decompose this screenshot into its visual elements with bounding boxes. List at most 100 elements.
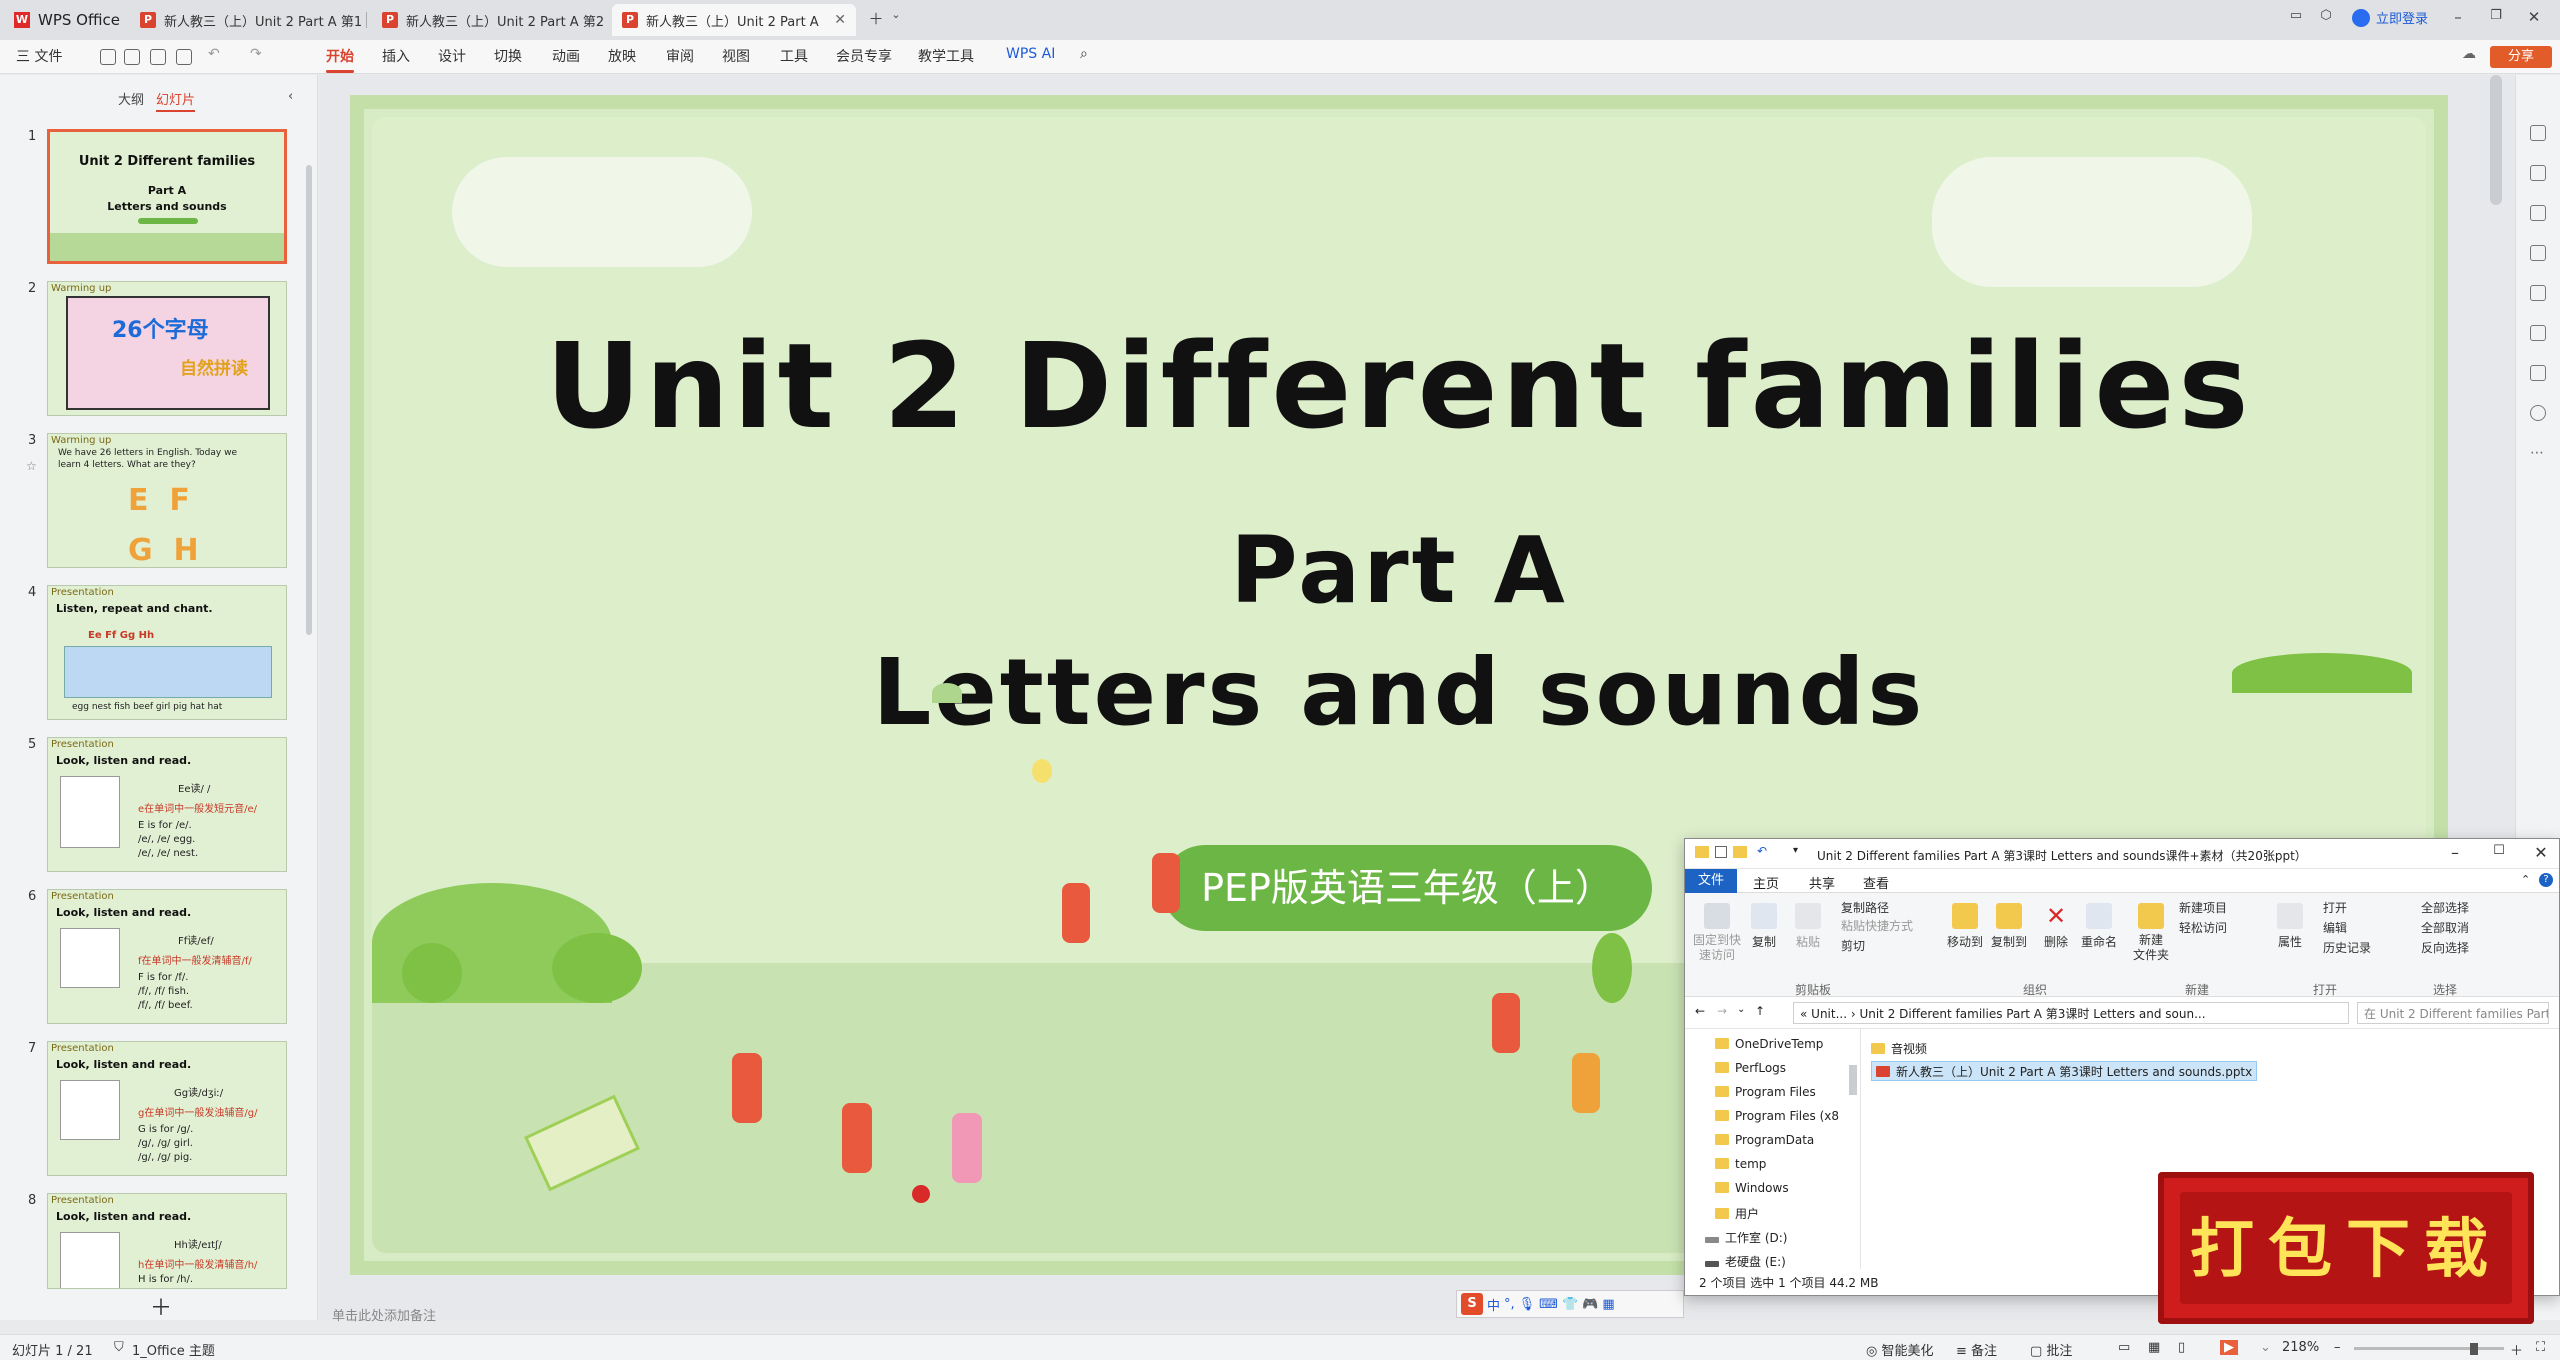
- open-button[interactable]: 打开: [2323, 899, 2347, 916]
- properties-button[interactable]: 属性: [2277, 903, 2303, 950]
- delete-button[interactable]: ✕ 删除: [2043, 903, 2069, 950]
- tab-file[interactable]: 文件: [1685, 869, 1737, 893]
- save-icon[interactable]: [100, 49, 116, 65]
- copy-icon[interactable]: [2530, 245, 2546, 261]
- slide-thumbnail[interactable]: Warming up 26个字母 自然拼读: [47, 281, 287, 416]
- forward-icon[interactable]: →: [1717, 1004, 1727, 1018]
- doc-tab-2[interactable]: P 新人教三（上）Unit 2 Part A 第2课: [372, 4, 604, 36]
- sogou-logo-icon[interactable]: S: [1461, 1293, 1483, 1315]
- grade-badge[interactable]: PEP版英语三年级（上）: [1162, 845, 1652, 931]
- nav-item[interactable]: PerfLogs: [1715, 1061, 1786, 1075]
- new-folder-button[interactable]: 新建 文件夹: [2133, 903, 2169, 963]
- help-icon[interactable]: [2530, 405, 2546, 421]
- paste-shortcut-button[interactable]: 粘贴快捷方式: [1841, 917, 1913, 934]
- star-icon[interactable]: [2530, 205, 2546, 221]
- copy-to-button[interactable]: 复制到: [1991, 903, 2027, 950]
- print-icon[interactable]: [150, 49, 166, 65]
- chevron-down-icon[interactable]: ▾: [1793, 845, 1798, 856]
- zoom-slider[interactable]: [2354, 1347, 2504, 1350]
- ribbon-tab-home[interactable]: 开始: [326, 46, 354, 73]
- template-icon[interactable]: [2530, 285, 2546, 301]
- minus-icon[interactable]: [2530, 125, 2546, 141]
- wps-home-tab[interactable]: W WPS Office: [14, 9, 120, 31]
- slide-thumbnail[interactable]: Warming up We have 26 letters in English…: [47, 433, 287, 568]
- tab-outline[interactable]: 大纲: [118, 89, 144, 108]
- slide-thumbnail[interactable]: Presentation Look, listen and read. Gg读/…: [47, 1041, 287, 1176]
- properties-icon[interactable]: [1715, 846, 1727, 858]
- tab-view[interactable]: 查看: [1863, 873, 1889, 892]
- undo-icon[interactable]: ↶: [208, 46, 220, 62]
- slide-thumbnail[interactable]: Unit 2 Different families Part A Letters…: [47, 129, 287, 264]
- minimize-icon[interactable]: –: [2444, 8, 2472, 26]
- nav-item[interactable]: Windows: [1715, 1181, 1789, 1195]
- slide-title[interactable]: Unit 2 Different families: [372, 317, 2426, 455]
- slide-subtitle[interactable]: Letters and sounds: [372, 639, 2426, 746]
- address-bar[interactable]: « Unit... › Unit 2 Different families Pa…: [1793, 1002, 2349, 1024]
- tab-share[interactable]: 共享: [1809, 873, 1835, 892]
- nav-item-drive[interactable]: 工作室 (D:): [1705, 1229, 1787, 1246]
- skin-icon[interactable]: 👕: [1562, 1297, 1578, 1312]
- sorter-view-icon[interactable]: ▦: [2148, 1340, 2160, 1355]
- select-none-button[interactable]: 全部取消: [2421, 919, 2469, 936]
- up-icon[interactable]: ↑: [1755, 1004, 1765, 1018]
- tools-icon[interactable]: [2530, 325, 2546, 341]
- tab-home[interactable]: 主页: [1753, 873, 1779, 892]
- export-icon[interactable]: [124, 49, 140, 65]
- nav-item[interactable]: temp: [1715, 1157, 1766, 1171]
- redo-icon[interactable]: ↷: [250, 46, 262, 62]
- keyboard-icon[interactable]: ⌨: [1539, 1297, 1558, 1312]
- ribbon-tab-review[interactable]: 审阅: [666, 46, 694, 66]
- ribbon-tab-design[interactable]: 设计: [438, 46, 466, 66]
- maximize-icon[interactable]: ☐: [2479, 843, 2519, 858]
- search-icon[interactable]: ⌕: [1080, 46, 1088, 62]
- zoom-level[interactable]: 218%: [2282, 1340, 2319, 1355]
- theme-name[interactable]: 1_Office 主题: [132, 1340, 215, 1359]
- ribbon-tab-teaching[interactable]: 教学工具: [918, 46, 974, 66]
- game-icon[interactable]: 🎮: [1582, 1297, 1598, 1312]
- back-icon[interactable]: ←: [1695, 1004, 1705, 1018]
- minimize-icon[interactable]: –: [2435, 843, 2475, 862]
- download-promo-stamp[interactable]: 打包下载: [2158, 1172, 2534, 1324]
- ribbon-tab-animation[interactable]: 动画: [552, 46, 580, 66]
- select-all-button[interactable]: 全部选择: [2421, 899, 2469, 916]
- chevron-down-icon[interactable]: ⌄: [1737, 1004, 1745, 1015]
- canvas-scrollbar[interactable]: [2490, 75, 2502, 205]
- nav-scrollbar[interactable]: [1849, 1065, 1857, 1095]
- zoom-in-icon[interactable]: ＋: [2510, 1340, 2523, 1359]
- search-input[interactable]: 在 Unit 2 Different families Part ...: [2357, 1002, 2549, 1024]
- notes-toggle[interactable]: ≡ 备注: [1956, 1340, 1997, 1359]
- ribbon-tab-member[interactable]: 会员专享: [836, 46, 892, 66]
- doc-tab-1[interactable]: P 新人教三（上）Unit 2 Part A 第1课: [130, 4, 362, 36]
- slide-thumbnail[interactable]: Presentation Listen, repeat and chant. E…: [47, 585, 287, 720]
- star-icon[interactable]: ☆: [26, 459, 37, 473]
- nav-item-drive[interactable]: 老硬盘 (E:): [1705, 1253, 1786, 1269]
- window-layout-icon[interactable]: ▭: [2282, 8, 2310, 23]
- move-to-button[interactable]: 移动到: [1947, 903, 1983, 950]
- login-button[interactable]: 立即登录: [2352, 8, 2428, 27]
- ime-lang[interactable]: 中: [1487, 1295, 1500, 1314]
- help-icon[interactable]: ?: [2539, 873, 2553, 887]
- ribbon-tab-slideshow[interactable]: 放映: [608, 46, 636, 66]
- slide-thumbnail[interactable]: Presentation Look, listen and read. Ff读/…: [47, 889, 287, 1024]
- nav-item[interactable]: Program Files (x8: [1715, 1109, 1839, 1123]
- restore-icon[interactable]: ❐: [2482, 8, 2510, 23]
- new-item-button[interactable]: 新建项目: [2179, 899, 2227, 916]
- cube-icon[interactable]: ⬡: [2312, 8, 2340, 23]
- copy-path-button[interactable]: 复制路径: [1841, 899, 1889, 916]
- cloud-sync-icon[interactable]: ☁: [2462, 46, 2476, 62]
- wps-ai-button[interactable]: WPS AI: [1006, 46, 1055, 62]
- reading-view-icon[interactable]: ▯: [2178, 1340, 2185, 1355]
- export-icon[interactable]: [2530, 365, 2546, 381]
- apps-icon[interactable]: ▦: [1602, 1297, 1614, 1312]
- tab-slides[interactable]: 幻灯片: [156, 89, 196, 112]
- doc-tab-3[interactable]: P 新人教三（上）Unit 2 Part A ✕: [612, 4, 856, 36]
- ribbon-tab-tools[interactable]: 工具: [780, 46, 808, 66]
- slide-part[interactable]: Part A: [372, 517, 2426, 624]
- file-row[interactable]: 新人教三（上）Unit 2 Part A 第3课时 Letters and so…: [1871, 1061, 2258, 1081]
- undo-icon[interactable]: ↶: [1757, 844, 1767, 858]
- comments-toggle[interactable]: ▢ 批注: [2030, 1340, 2072, 1359]
- zoom-slider-thumb[interactable]: [2470, 1343, 2478, 1355]
- panel-scrollbar[interactable]: [306, 165, 312, 635]
- copy-button[interactable]: 复制: [1751, 903, 1777, 950]
- close-window-icon[interactable]: ✕: [2520, 8, 2548, 26]
